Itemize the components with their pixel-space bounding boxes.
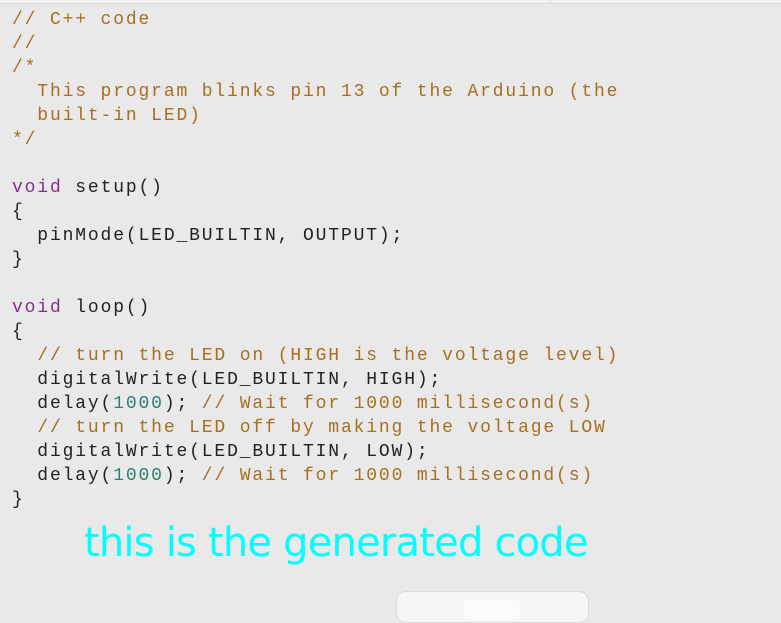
code-comment: // Wait for 1000 millisecond(s) — [201, 466, 595, 486]
code-line: // C++ code — [12, 8, 619, 32]
code-line: /* — [12, 56, 619, 80]
code-text: { — [12, 202, 25, 222]
code-text: ); — [163, 466, 202, 486]
code-text: digitalWrite(LED_BUILTIN, LOW); — [12, 442, 430, 462]
code-line: digitalWrite(LED_BUILTIN, HIGH); — [12, 368, 619, 392]
code-line: // turn the LED on (HIGH is the voltage … — [12, 344, 619, 368]
code-comment: This program blinks pin 13 of the Arduin… — [12, 82, 620, 102]
code-line: */ — [12, 128, 619, 152]
code-number: 1000 — [113, 394, 164, 414]
code-comment: */ — [12, 130, 38, 150]
code-text: ); — [163, 394, 202, 414]
code-text: } — [12, 490, 25, 510]
code-line: } — [12, 488, 619, 512]
code-text: loop() — [62, 298, 152, 318]
code-comment: built-in LED) — [12, 106, 202, 126]
code-text: pinMode(LED_BUILTIN, OUTPUT); — [12, 226, 405, 246]
code-keyword: void — [12, 178, 63, 198]
top-toolbar — [0, 0, 781, 4]
code-line: void loop() — [12, 296, 619, 320]
code-text: delay( — [12, 466, 114, 486]
code-text: setup() — [62, 178, 164, 198]
code-line: built-in LED) — [12, 104, 619, 128]
code-keyword: void — [12, 298, 63, 318]
code-line: This program blinks pin 13 of the Arduin… — [12, 80, 619, 104]
code-number: 1000 — [113, 466, 164, 486]
code-text: { — [12, 322, 25, 342]
bottom-panel[interactable] — [396, 591, 589, 623]
code-text: digitalWrite(LED_BUILTIN, HIGH); — [12, 370, 443, 390]
code-comment: // Wait for 1000 millisecond(s) — [201, 394, 595, 414]
code-comment: // turn the LED off by making the voltag… — [37, 418, 607, 438]
code-comment: // — [12, 34, 38, 54]
code-comment: // C++ code — [12, 10, 152, 30]
code-editor[interactable]: // C++ code // /* This program blinks pin … — [12, 8, 619, 512]
code-comment: // turn the LED on (HIGH is the voltage … — [37, 346, 620, 366]
caption-text: this is the generated code — [84, 520, 589, 566]
code-text: delay( — [12, 394, 114, 414]
code-line: delay(1000); // Wait for 1000 millisecon… — [12, 464, 619, 488]
code-line: } — [12, 248, 619, 272]
code-line: digitalWrite(LED_BUILTIN, LOW); — [12, 440, 619, 464]
code-line: void setup() — [12, 176, 619, 200]
code-text: } — [12, 250, 25, 270]
code-line: { — [12, 200, 619, 224]
code-line: // turn the LED off by making the voltag… — [12, 416, 619, 440]
toolbar-divider — [550, 0, 551, 3]
code-line: delay(1000); // Wait for 1000 millisecon… — [12, 392, 619, 416]
code-line: pinMode(LED_BUILTIN, OUTPUT); — [12, 224, 619, 248]
code-comment: /* — [12, 58, 38, 78]
panel-tab[interactable] — [464, 600, 520, 620]
code-line: // — [12, 32, 619, 56]
code-line: { — [12, 320, 619, 344]
